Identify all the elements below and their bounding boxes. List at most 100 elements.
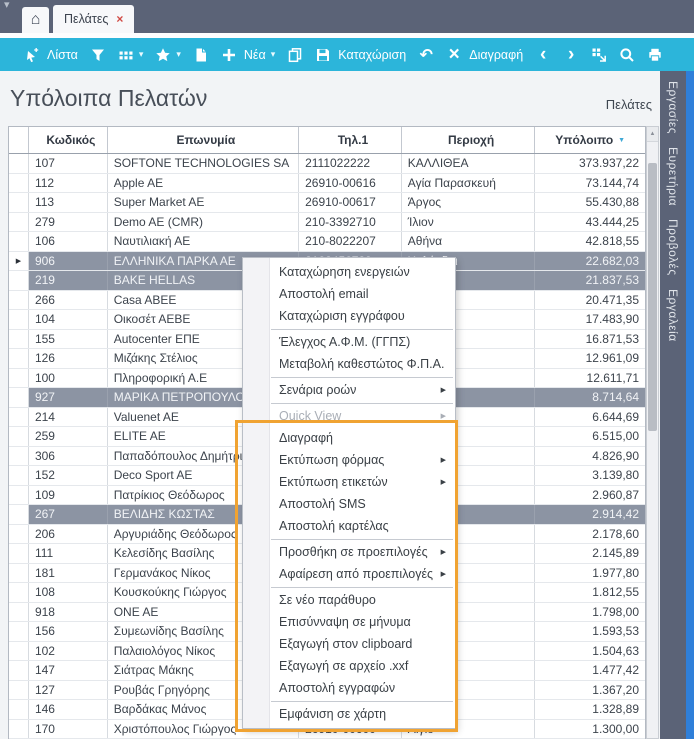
chevron-down-icon[interactable]: ▾ [4, 0, 10, 11]
next-button[interactable]: › [563, 47, 579, 63]
menu-item[interactable]: Διαγραφή [243, 427, 455, 449]
menu-item[interactable]: Έλεγχος Α.Φ.Μ. (ΓΓΠΣ) [243, 331, 455, 353]
save-button[interactable]: Καταχώριση [315, 47, 406, 63]
delete-button[interactable]: × Διαγραφή [446, 47, 523, 63]
prev-button[interactable]: ‹ [535, 47, 551, 63]
menu-item[interactable]: Αποστολή email [243, 283, 455, 305]
cell-code: 279 [29, 213, 108, 232]
menu-item-label: Καταχώρηση ενεργειών [279, 265, 410, 279]
row-marker-cell [9, 174, 29, 193]
cell-code: 927 [29, 388, 108, 407]
cell-name: Ναυτιλιακή ΑΕ [108, 232, 299, 251]
search-button[interactable] [619, 47, 635, 63]
cell-code: 266 [29, 291, 108, 310]
delete-button-label: Διαγραφή [469, 48, 523, 62]
cell-region: Άργος [402, 193, 536, 212]
column-header-3[interactable]: Τηλ.1 [299, 127, 402, 153]
tab-customers[interactable]: Πελάτες × [53, 5, 134, 33]
menu-item[interactable]: Καταχώρηση ενεργειών [243, 261, 455, 283]
cell-balance: 373.937,22 [535, 154, 645, 173]
print-button[interactable] [647, 47, 663, 63]
right-accent-strip [686, 71, 694, 739]
column-header-2[interactable]: Επωνυμία [108, 127, 299, 153]
scrollbar-up-icon[interactable]: ▲ [647, 127, 658, 142]
menu-item[interactable]: Καταχώριση εγγράφου [243, 305, 455, 327]
row-marker-cell [9, 369, 29, 388]
menu-item[interactable]: Εμφάνιση σε χάρτη [243, 703, 455, 725]
chevron-right-icon: › [563, 47, 579, 63]
row-marker-cell [9, 408, 29, 427]
menu-item-label: Έλεγχος Α.Φ.Μ. (ΓΓΠΣ) [279, 335, 410, 349]
home-tab[interactable]: ⌂ [22, 7, 49, 33]
menu-item[interactable]: Σε νέο παράθυρο [243, 589, 455, 611]
app-window: ▾ ⌂ Πελάτες × Λίστα▾▾Νέα▾Καταχώριση↶×Δια… [0, 0, 694, 739]
column-header-1[interactable]: Κωδικός [29, 127, 108, 153]
row-marker-cell [9, 271, 29, 290]
sidebar-item-ευρετήρια[interactable]: Ευρετήρια [666, 147, 680, 206]
cell-balance: 55.430,88 [535, 193, 645, 212]
menu-item-label: Καταχώριση εγγράφου [279, 309, 405, 323]
menu-item-label: Αποστολή εγγραφών [279, 681, 395, 695]
menu-item[interactable]: Αποστολή καρτέλας [243, 515, 455, 537]
column-header-4[interactable]: Περιοχή [402, 127, 536, 153]
grid-export-button[interactable] [591, 47, 607, 63]
sidebar-item-προβολές[interactable]: Προβολές [666, 219, 680, 276]
cell-balance: 1.477,42 [535, 661, 645, 680]
cell-balance: 12.961,09 [535, 349, 645, 368]
menu-item[interactable]: Μεταβολή καθεστώτος Φ.Π.Α. [243, 353, 455, 375]
table-row-113[interactable]: 113Super Market AE26910-00617Άργος55.430… [9, 193, 645, 213]
column-header-5[interactable]: Υπόλοιπο▼ [535, 127, 645, 153]
menu-item[interactable]: Εκτύπωση φόρμας▶ [243, 449, 455, 471]
table-row-279[interactable]: 279Demo AE (CMR)210-3392710Ίλιον43.444,2… [9, 213, 645, 233]
menu-item[interactable]: Εκτύπωση ετικετών▶ [243, 471, 455, 493]
chevron-down-icon[interactable]: ▾ [176, 49, 181, 60]
undo-button[interactable]: ↶ [418, 47, 434, 63]
menu-item[interactable]: Quick View▶ [243, 405, 455, 427]
scrollbar-thumb[interactable] [648, 163, 657, 431]
row-marker-cell [9, 154, 29, 173]
list-button[interactable]: Λίστα [24, 47, 78, 63]
table-scrollbar[interactable]: ▲ [646, 126, 659, 739]
menu-item-label: Εξαγωγή σε αρχείο .xxf [279, 659, 408, 673]
row-marker-cell [9, 213, 29, 232]
menu-item[interactable]: Αφαίρεση από προεπιλογές▶ [243, 563, 455, 585]
copy-button[interactable] [287, 47, 303, 63]
favorites-button[interactable]: ▾ [155, 47, 181, 63]
sort-desc-icon[interactable]: ▼ [618, 137, 625, 144]
table-row-106[interactable]: 106Ναυτιλιακή ΑΕ210-8022207Αθήνα42.818,5… [9, 232, 645, 252]
columns-button[interactable]: ▾ [118, 47, 144, 63]
menu-item[interactable]: Αποστολή SMS [243, 493, 455, 515]
menu-item[interactable]: Εξαγωγή στον clipboard [243, 633, 455, 655]
chevron-down-icon[interactable]: ▾ [139, 49, 144, 60]
cell-balance: 2.178,60 [535, 525, 645, 544]
cell-code: 146 [29, 700, 108, 719]
menu-item[interactable]: Προσθήκη σε προεπιλογές▶ [243, 541, 455, 563]
zoom-icon [619, 47, 635, 63]
row-marker-cell [9, 720, 29, 739]
form-button[interactable] [193, 47, 209, 63]
new-button[interactable]: Νέα▾ [221, 47, 275, 63]
menu-item-label: Μεταβολή καθεστώτος Φ.Π.Α. [279, 357, 444, 371]
delete-icon: × [446, 47, 462, 63]
cell-balance: 43.444,25 [535, 213, 645, 232]
menu-item[interactable]: Επισύνναψη σε μήνυμα [243, 611, 455, 633]
menu-item[interactable]: Αποστολή εγγραφών [243, 677, 455, 699]
cell-balance: 1.504,63 [535, 642, 645, 661]
cell-code: 127 [29, 681, 108, 700]
menu-item[interactable]: Εξαγωγή σε αρχείο .xxf [243, 655, 455, 677]
cell-region: Ίλιον [402, 213, 536, 232]
cell-name: SOFTONE TECHNOLOGIES SA [108, 154, 299, 173]
cell-phone: 2111022222 [299, 154, 402, 173]
table-row-112[interactable]: 112Apple AE26910-00616Αγία Παρασκευή73.1… [9, 174, 645, 194]
sidebar-item-εργαλεία[interactable]: Εργαλεία [666, 289, 680, 342]
chevron-down-icon[interactable]: ▾ [271, 49, 276, 60]
grid-export-icon [591, 47, 607, 63]
submenu-arrow-icon: ▶ [441, 570, 446, 578]
menu-item[interactable]: Σενάρια ροών▶ [243, 379, 455, 401]
menu-separator [271, 587, 453, 588]
cell-region: Αγία Παρασκευή [402, 174, 536, 193]
sidebar-item-εργασίες[interactable]: Εργασίες [666, 81, 680, 134]
table-row-107[interactable]: 107SOFTONE TECHNOLOGIES SA2111022222ΚΑΛΛ… [9, 154, 645, 174]
close-icon[interactable]: × [116, 12, 123, 26]
filter-button[interactable] [90, 47, 106, 63]
